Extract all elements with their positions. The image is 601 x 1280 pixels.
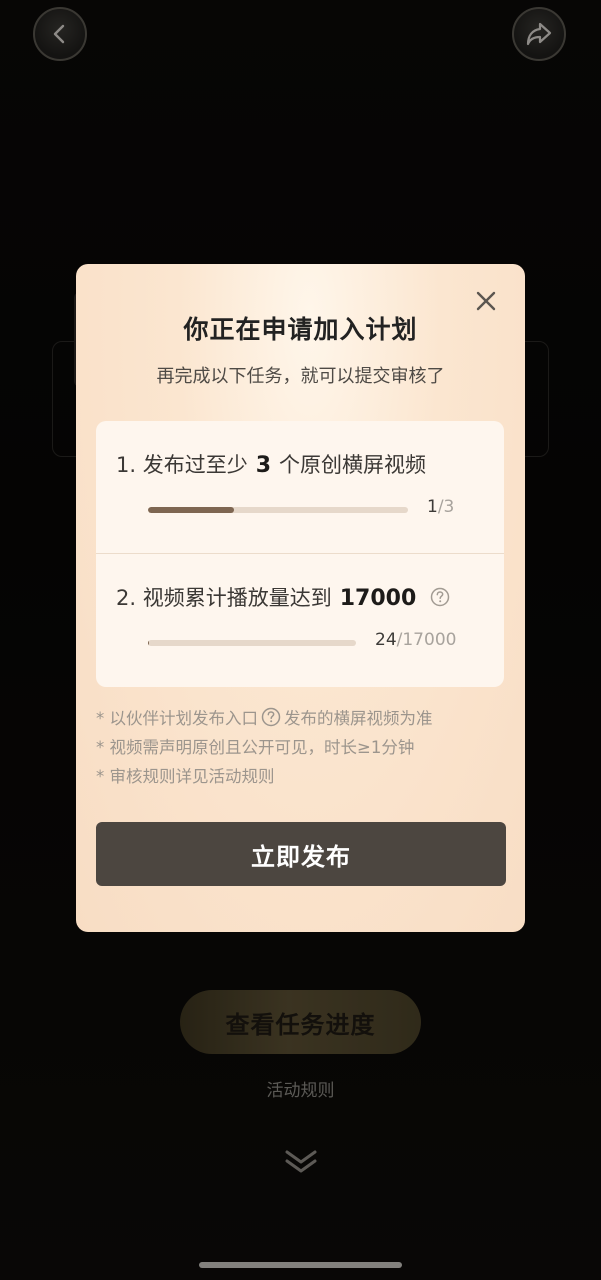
task-progress-count: 1/3 <box>427 497 454 517</box>
dialog-subtitle: 再完成以下任务，就可以提交审核了 <box>156 366 445 387</box>
question-circle-icon[interactable] <box>430 587 450 607</box>
task-description: 2. 视频累计播放量达到 17000 <box>116 582 450 612</box>
note-text: * 以伙伴计划发布入口 <box>96 709 258 728</box>
note-line: * 审核规则详见活动规则 <box>96 767 275 786</box>
progress-current: 24 <box>375 630 397 650</box>
progress-current: 1 <box>427 497 438 517</box>
task-suffix: 个原创横屏视频 <box>279 453 427 477</box>
note-text: 发布的横屏视频为准 <box>284 709 433 728</box>
task-prefix: 1. 发布过至少 <box>116 453 248 477</box>
note-line: * 视频需声明原创且公开可见，时长≥1分钟 <box>96 738 415 757</box>
task-list: 1. 发布过至少 3 个原创横屏视频 1/3 2. 视频累计播放量达到 17000 <box>96 421 504 687</box>
task-target: 17000 <box>339 586 417 611</box>
task-item-view-count: 2. 视频累计播放量达到 17000 24/17000 <box>96 554 504 687</box>
progress-total: /17000 <box>396 630 457 650</box>
task-item-original-videos: 1. 发布过至少 3 个原创横屏视频 1/3 <box>96 421 504 553</box>
task-progress-count: 24/17000 <box>375 630 456 650</box>
task-target: 3 <box>255 453 272 478</box>
progress-total: /3 <box>437 497 455 517</box>
task-description: 1. 发布过至少 3 个原创横屏视频 <box>116 449 426 479</box>
question-circle-icon[interactable] <box>261 707 281 727</box>
task-progress-bar <box>148 507 408 513</box>
dialog-title: 你正在申请加入计划 <box>183 315 418 344</box>
task-prefix: 2. 视频累计播放量达到 <box>116 586 332 610</box>
join-plan-dialog: 你正在申请加入计划 再完成以下任务，就可以提交审核了 1. 发布过至少 3 个原创横… <box>76 264 525 932</box>
task-notes: * 以伙伴计划发布入口 发布的横屏视频为准 * 视频需声明原创且公开可见，时长≥… <box>96 704 433 791</box>
screen: 查看任务进度 活动规则 你正在申请加入计划 再完成以下任务，就可以提交审核了 1… <box>0 0 601 1280</box>
publish-now-button[interactable]: 立即发布 <box>96 822 506 886</box>
task-progress-fill <box>148 507 234 513</box>
task-progress-bar <box>148 640 356 646</box>
note-line: * 以伙伴计划发布入口 发布的横屏视频为准 <box>96 704 433 733</box>
